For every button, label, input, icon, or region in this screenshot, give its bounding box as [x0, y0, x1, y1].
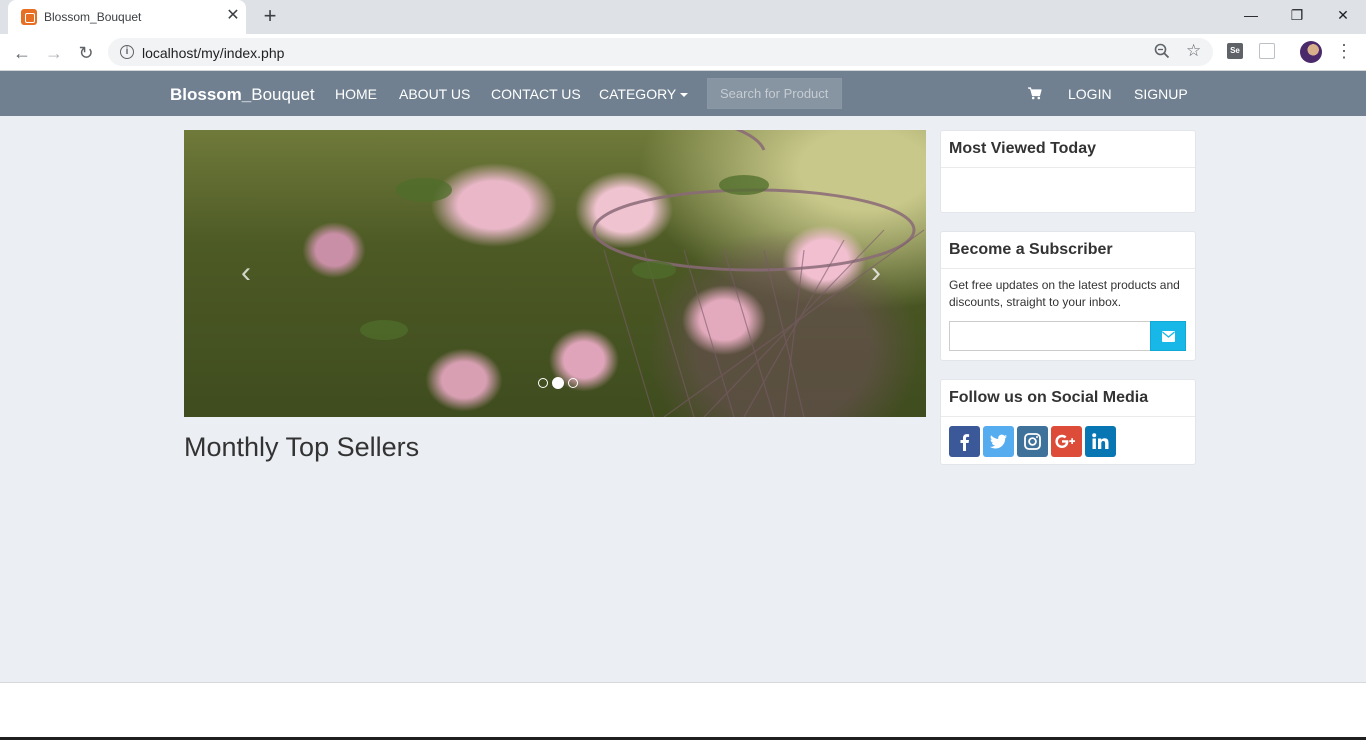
- restore-icon[interactable]: ❐: [1274, 0, 1320, 30]
- reload-icon[interactable]: ↻: [74, 41, 98, 65]
- browser-menu-icon[interactable]: ⋮: [1335, 41, 1353, 62]
- carousel-indicator-3[interactable]: [568, 377, 578, 388]
- site-info-icon[interactable]: i: [120, 45, 134, 59]
- social-panel: Follow us on Social Media: [940, 379, 1196, 465]
- product-search-input[interactable]: [707, 78, 842, 109]
- google-plus-icon: [1055, 434, 1075, 448]
- tab-title: Blossom_Bouquet: [44, 10, 142, 24]
- forward-arrow-icon[interactable]: →: [42, 41, 66, 65]
- subscriber-heading: Become a Subscriber: [941, 232, 1195, 269]
- subscriber-email-input[interactable]: [949, 321, 1151, 351]
- nav-home-link[interactable]: HOME: [335, 86, 377, 102]
- browser-toolbar: ← → ↻ i localhost/my/index.php ☆ Se ⋮: [0, 34, 1366, 71]
- facebook-icon: [960, 434, 970, 451]
- nav-signup-link[interactable]: SIGNUP: [1134, 86, 1188, 102]
- zoom-icon[interactable]: [1154, 43, 1170, 59]
- window-close-icon[interactable]: ✕: [1320, 0, 1366, 30]
- site-brand-link[interactable]: Blossom_Bouquet: [170, 85, 315, 105]
- linkedin-link[interactable]: [1085, 426, 1116, 457]
- nav-category-dropdown[interactable]: CATEGORY: [599, 86, 689, 102]
- image-carousel: ‹ ›: [184, 130, 926, 417]
- twitter-link[interactable]: [983, 426, 1014, 457]
- subscriber-description: Get free updates on the latest products …: [949, 278, 1180, 309]
- twitter-icon: [989, 434, 1007, 449]
- new-tab-button[interactable]: +: [259, 5, 281, 28]
- linkedin-icon: [1092, 433, 1109, 449]
- subscriber-panel: Become a Subscriber Get free updates on …: [940, 231, 1196, 361]
- google-plus-link[interactable]: [1051, 426, 1082, 457]
- carousel-indicator-2[interactable]: [552, 376, 564, 389]
- nav-login-link[interactable]: LOGIN: [1068, 86, 1112, 102]
- page-footer-area: [0, 682, 1366, 740]
- bookmark-star-icon[interactable]: ☆: [1186, 41, 1201, 61]
- envelope-icon: [1162, 331, 1175, 342]
- nav-contact-link[interactable]: CONTACT US: [491, 86, 581, 102]
- most-viewed-heading: Most Viewed Today: [941, 131, 1195, 168]
- most-viewed-panel: Most Viewed Today: [940, 130, 1196, 213]
- selenium-extension-icon[interactable]: Se: [1227, 43, 1243, 59]
- extension-icon[interactable]: [1259, 43, 1275, 59]
- subscribe-form: [949, 321, 1187, 352]
- minimize-icon[interactable]: —: [1228, 0, 1274, 30]
- xampp-favicon-icon: [21, 9, 37, 25]
- page-content: Blossom_Bouquet HOME ABOUT US CONTACT US…: [0, 71, 1366, 682]
- profile-avatar[interactable]: [1300, 41, 1322, 63]
- site-navbar: Blossom_Bouquet HOME ABOUT US CONTACT US…: [0, 71, 1366, 116]
- browser-tab[interactable]: Blossom_Bouquet ✕: [8, 0, 246, 34]
- subscribe-button[interactable]: [1150, 321, 1186, 351]
- subscriber-body: Get free updates on the latest products …: [941, 269, 1195, 360]
- nav-category-label: CATEGORY: [599, 86, 677, 102]
- browser-tabstrip: Blossom_Bouquet ✕ + — ❐ ✕: [0, 0, 1366, 34]
- back-arrow-icon[interactable]: ←: [10, 41, 34, 65]
- carousel-prev-icon[interactable]: ‹: [236, 258, 256, 288]
- social-heading: Follow us on Social Media: [941, 380, 1195, 417]
- instagram-icon: [1024, 433, 1041, 450]
- facebook-link[interactable]: [949, 426, 980, 457]
- shopping-cart-icon[interactable]: [1027, 85, 1043, 101]
- url-text[interactable]: localhost/my/index.php: [142, 45, 284, 61]
- social-links: [941, 417, 1195, 465]
- tab-close-icon[interactable]: ✕: [224, 7, 242, 25]
- instagram-link[interactable]: [1017, 426, 1048, 457]
- carousel-indicator-1[interactable]: [538, 377, 548, 388]
- caret-down-icon: [680, 93, 689, 98]
- address-bar[interactable]: i localhost/my/index.php ☆: [108, 38, 1213, 66]
- carousel-indicators: [536, 374, 580, 389]
- nav-about-link[interactable]: ABOUT US: [399, 86, 470, 102]
- monthly-top-sellers-heading: Monthly Top Sellers: [184, 432, 420, 462]
- carousel-next-icon[interactable]: ›: [866, 258, 886, 288]
